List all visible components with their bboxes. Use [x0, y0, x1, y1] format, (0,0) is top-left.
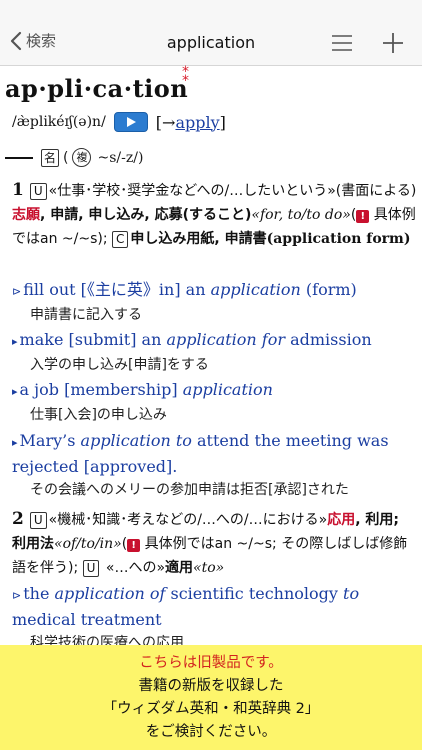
- crossref-link[interactable]: apply: [175, 113, 219, 132]
- sense-meaning-3: (application form): [266, 231, 411, 247]
- example-marker: ⊳: [12, 589, 22, 602]
- old-product-banner[interactable]: こちらは旧製品です。 書籍の新版を収録した 「ウィズダム英和・和英辞典 2」 を…: [0, 645, 422, 750]
- sense-meaning-2: 適用: [165, 560, 194, 576]
- pronunciation: /æ̀plikéɪʃ(ə)n/: [12, 114, 106, 130]
- sense-pattern-2: «to»: [193, 560, 225, 576]
- example-text-b: admission: [285, 330, 372, 349]
- example-text-c: medical treatment: [12, 610, 162, 629]
- example-translation: その会議へのメリーの参加申請は拒否[承認]された: [30, 482, 349, 498]
- example-text: fill out [《主に英》in] an: [23, 280, 211, 299]
- plus-icon: [383, 33, 403, 53]
- sense-pattern: «of/to/in»: [54, 536, 122, 552]
- headword: ap·pli·ca·tion: [5, 74, 189, 103]
- sense-number: 1: [12, 180, 24, 200]
- crossref-close: ]: [219, 112, 226, 132]
- countable-label: C: [112, 231, 129, 248]
- play-icon: [126, 117, 136, 127]
- play-audio-button[interactable]: [113, 112, 148, 132]
- example-translation: 申請書に記入する: [30, 307, 142, 323]
- example-key: application: [182, 380, 273, 399]
- page-title: application: [166, 33, 256, 52]
- example-text: a job [membership]: [19, 380, 183, 399]
- uncountable-label: U: [29, 183, 47, 200]
- add-button[interactable]: [382, 32, 404, 58]
- banner-line-1: こちらは旧製品です。: [139, 655, 283, 671]
- example-text-b: scientific technology: [165, 584, 344, 603]
- example-marker: ▸: [12, 385, 18, 398]
- entry-dash: [5, 156, 33, 159]
- plural-form: ~s/-z/): [97, 149, 144, 166]
- sense-2: 2 U «機械･知識･考えなどの/…への/…における»応用, 利用; 利用法«of/…: [12, 507, 417, 580]
- headword-line: ap·pli·ca·tion: [5, 74, 188, 103]
- sense-keyword: 志願: [12, 207, 40, 223]
- sense-number: 2: [12, 509, 24, 529]
- plural-label: 複: [72, 148, 92, 167]
- menu-button[interactable]: [331, 34, 353, 56]
- example-key: application: [210, 280, 301, 299]
- navigation-bar: 検索 application: [0, 0, 422, 66]
- example-key: application to: [80, 431, 192, 450]
- example-key: application of: [54, 584, 166, 603]
- pronunciation-line: /æ̀plikéɪʃ(ə)n/ [→apply]: [12, 112, 226, 132]
- warning-icon: !: [127, 539, 141, 552]
- sense-meaning-2: 申し込み用紙, 申請書: [130, 231, 267, 247]
- example-text-b: (form): [300, 280, 357, 299]
- sense-1: 1 U «仕事･学校･奨学金などへの/…したいという»(書面による) 志願, 申請, …: [12, 178, 417, 251]
- sense-pattern: «for, to/to do»: [251, 207, 351, 223]
- example-1: ⊳ fill out [《主に英》in] an application (form…: [12, 278, 417, 326]
- example-4: ▸ Mary’s application to attend the meetin…: [12, 429, 417, 501]
- crossref: [→apply]: [156, 113, 226, 132]
- example-5: ⊳ the application of scientific technolog…: [12, 582, 417, 654]
- example-2: ▸ make [submit] an application for admiss…: [12, 328, 417, 376]
- example-marker: ▸: [12, 335, 18, 348]
- example-key: application for: [166, 330, 285, 349]
- uncountable-label-2: U: [82, 560, 100, 577]
- example-translation: 入学の申し込み[申請]をする: [30, 357, 209, 373]
- sense-context: «仕事･学校･奨学金などへの/…したいという»(書面による): [48, 183, 417, 199]
- hamburger-icon: [332, 35, 352, 51]
- sense-context: «機械･知識･考えなどの/…への/…における»: [48, 512, 328, 528]
- example-3: ▸ a job [membership] application 仕事[入会]の申…: [12, 378, 417, 426]
- part-of-speech-line: 名 ( 複 ~s/-z/): [5, 148, 143, 167]
- pos-label: 名: [41, 148, 60, 167]
- warning-icon: !: [356, 210, 370, 223]
- uncountable-label: U: [29, 512, 47, 529]
- paren-open: (: [63, 149, 69, 166]
- example-text: make [submit] an: [19, 330, 167, 349]
- example-marker: ▸: [12, 436, 18, 449]
- banner-line-4: をご検討ください。: [145, 724, 277, 740]
- crossref-arrow: [→: [155, 112, 176, 132]
- example-translation: 仕事[入会]の申し込み: [30, 407, 167, 423]
- example-marker: ⊳: [12, 285, 22, 298]
- importance-mark: * *: [182, 64, 189, 89]
- example-text: the: [23, 584, 55, 603]
- example-key-2: to: [343, 584, 360, 603]
- banner-line-2: 書籍の新版を収録した: [138, 678, 284, 694]
- banner-line-3: 「ウィズダム英和・和英辞典 2」: [102, 701, 320, 717]
- sense-keyword: 応用: [327, 512, 356, 528]
- sense-context-2: «…への»: [101, 560, 166, 576]
- sense-meaning: , 申請, 申し込み, 応募(すること): [40, 207, 252, 223]
- example-text: Mary’s: [19, 431, 81, 450]
